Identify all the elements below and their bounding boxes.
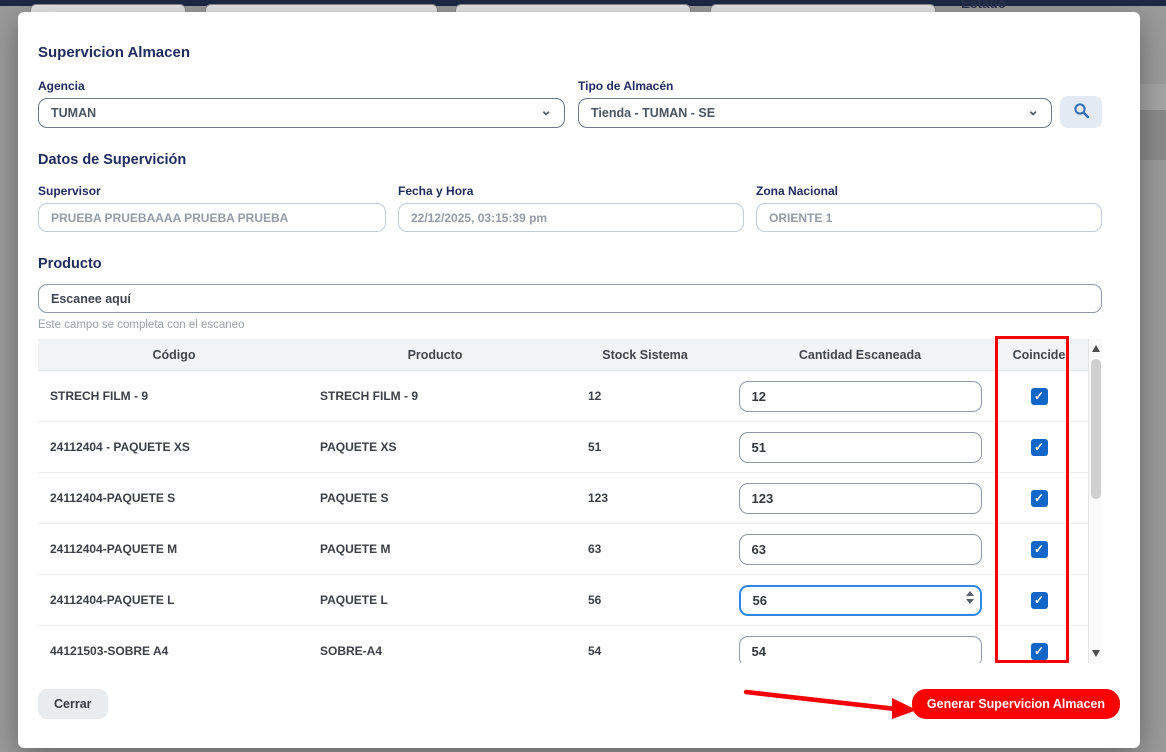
supervision-almacen-modal: Supervicion Almacen Agencia TUMAN ⌄ Tipo… [18, 12, 1140, 748]
cantidad-input[interactable] [739, 381, 982, 412]
spinner-up-icon[interactable] [966, 591, 974, 596]
cell-codigo: 44121503-SOBRE A4 [38, 644, 310, 658]
close-button[interactable]: Cerrar [38, 689, 108, 719]
search-icon [1073, 102, 1090, 122]
coincide-checkbox[interactable] [1031, 541, 1048, 558]
scroll-up-icon[interactable] [1092, 345, 1100, 352]
cell-stock: 63 [560, 542, 730, 556]
background-estado-label: Estado [961, 0, 1006, 11]
agencia-select-value: TUMAN [51, 106, 96, 120]
cell-stock: 51 [560, 440, 730, 454]
cell-producto: PAQUETE L [310, 593, 560, 607]
chevron-down-icon: ⌄ [540, 105, 552, 115]
chevron-down-icon: ⌄ [1027, 105, 1039, 115]
generar-supervicion-button[interactable]: Generar Supervicion Almacen [912, 689, 1120, 719]
scan-hint: Este campo se completa con el escaneo [38, 319, 1120, 331]
cell-producto: STRECH FILM - 9 [310, 389, 560, 403]
modal-footer: Cerrar Generar Supervicion Almacen [38, 689, 1120, 719]
zona-nacional-field: ORIENTE 1 [756, 203, 1102, 232]
table-row: 24112404-PAQUETE L PAQUETE L 56 [38, 575, 1088, 626]
scan-input[interactable] [38, 284, 1102, 313]
supervisor-label: Supervisor [38, 184, 386, 198]
cell-producto: PAQUETE M [310, 542, 560, 556]
search-button[interactable] [1060, 96, 1102, 128]
header-producto: Producto [310, 348, 560, 362]
coincide-checkbox[interactable] [1031, 592, 1048, 609]
table-header-row: Código Producto Stock Sistema Cantidad E… [38, 339, 1088, 371]
cell-stock: 12 [560, 389, 730, 403]
number-spinner[interactable] [966, 590, 974, 606]
table-row: 44121503-SOBRE A4 SOBRE-A4 54 [38, 626, 1088, 663]
fecha-hora-label: Fecha y Hora [398, 184, 744, 198]
cantidad-input[interactable] [739, 432, 982, 463]
table-row: 24112404-PAQUETE S PAQUETE S 123 [38, 473, 1088, 524]
datos-row: Supervisor PRUEBA PRUEBAAAA PRUEBA PRUEB… [38, 184, 1120, 232]
fecha-hora-value: 22/12/2025, 03:15:39 pm [411, 211, 547, 225]
products-table: Código Producto Stock Sistema Cantidad E… [38, 339, 1102, 663]
table-row: STRECH FILM - 9 STRECH FILM - 9 12 [38, 371, 1088, 422]
cantidad-input[interactable] [739, 534, 982, 565]
coincide-checkbox[interactable] [1031, 643, 1048, 660]
tipo-almacen-select-value: Tienda - TUMAN - SE [591, 106, 715, 120]
header-stock-sistema: Stock Sistema [560, 348, 730, 362]
coincide-checkbox[interactable] [1031, 490, 1048, 507]
scrollbar-thumb[interactable] [1091, 359, 1101, 499]
cantidad-input[interactable] [739, 483, 982, 514]
products-table-outer: Código Producto Stock Sistema Cantidad E… [38, 339, 1120, 663]
tipo-almacen-select[interactable]: Tienda - TUMAN - SE ⌄ [578, 98, 1052, 128]
spinner-down-icon[interactable] [966, 599, 974, 604]
cell-stock: 123 [560, 491, 730, 505]
scroll-down-icon[interactable] [1092, 650, 1100, 657]
cell-producto: SOBRE-A4 [310, 644, 560, 658]
cell-codigo: 24112404-PAQUETE M [38, 542, 310, 556]
coincide-checkbox[interactable] [1031, 388, 1048, 405]
cell-stock: 54 [560, 644, 730, 658]
datos-heading: Datos de Supervición [38, 152, 1120, 168]
zona-nacional-label: Zona Nacional [756, 184, 1102, 198]
cantidad-input-focused[interactable] [739, 585, 982, 616]
agencia-select[interactable]: TUMAN ⌄ [38, 98, 565, 128]
cantidad-input[interactable] [739, 636, 982, 664]
header-codigo: Código [38, 348, 310, 362]
fecha-hora-field: 22/12/2025, 03:15:39 pm [398, 203, 744, 232]
cell-codigo: STRECH FILM - 9 [38, 389, 310, 403]
header-coincide: Coincide [990, 348, 1088, 362]
coincide-checkbox[interactable] [1031, 439, 1048, 456]
producto-heading: Producto [38, 256, 1120, 272]
annotation-arrow [738, 683, 928, 723]
page: Estado Supervicion Almacen Agencia TUMAN… [0, 0, 1166, 752]
background-band [1140, 110, 1166, 160]
agencia-label: Agencia [38, 79, 565, 93]
table-scrollbar[interactable] [1088, 339, 1102, 663]
cell-stock: 56 [560, 593, 730, 607]
filters-row: Agencia TUMAN ⌄ Tipo de Almacén Tienda -… [38, 79, 1120, 128]
cell-codigo: 24112404-PAQUETE L [38, 593, 310, 607]
zona-nacional-value: ORIENTE 1 [769, 211, 832, 225]
header-cantidad-escaneada: Cantidad Escaneada [730, 348, 990, 362]
cell-producto: PAQUETE XS [310, 440, 560, 454]
cell-codigo: 24112404 - PAQUETE XS [38, 440, 310, 454]
supervisor-value: PRUEBA PRUEBAAAA PRUEBA PRUEBA [51, 211, 288, 225]
table-row: 24112404 - PAQUETE XS PAQUETE XS 51 [38, 422, 1088, 473]
modal-title: Supervicion Almacen [38, 44, 1120, 61]
cell-codigo: 24112404-PAQUETE S [38, 491, 310, 505]
cell-producto: PAQUETE S [310, 491, 560, 505]
table-row: 24112404-PAQUETE M PAQUETE M 63 [38, 524, 1088, 575]
supervisor-field: PRUEBA PRUEBAAAA PRUEBA PRUEBA [38, 203, 386, 232]
tipo-almacen-label: Tipo de Almacén [578, 79, 1052, 93]
background-band [1140, 84, 1166, 110]
